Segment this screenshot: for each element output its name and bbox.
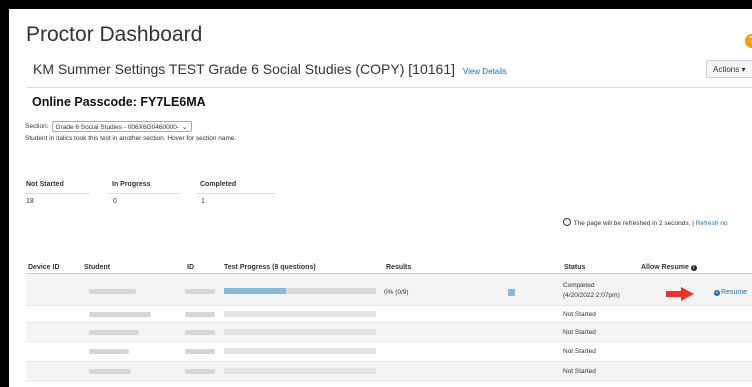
col-results[interactable]: Results [386, 264, 411, 271]
completed-label: Completed [200, 181, 237, 188]
status-text: Completed [563, 282, 595, 289]
test-progress-bar [224, 288, 376, 294]
not-started-label: Not Started [26, 181, 64, 188]
help-icon[interactable]: ? [745, 34, 752, 48]
section-select[interactable]: Grade 6 Social Studies - 006X6G0460000- … [51, 121, 192, 132]
row-divider [26, 380, 752, 381]
chevron-down-icon: ⌄ [181, 124, 188, 131]
red-arrow-annotation-icon [666, 287, 694, 301]
resume-button[interactable]: + Resume [714, 289, 747, 296]
info-icon[interactable]: i [690, 265, 697, 271]
section-label: Section: [25, 123, 49, 130]
plus-circle-icon: + [714, 290, 720, 296]
col-allow-resume[interactable]: Allow Resume i [641, 264, 697, 271]
student-name-redacted [89, 369, 131, 374]
section-note: Student in italics took this test in ano… [25, 135, 237, 142]
test-name: KM Summer Settings TEST Grade 6 Social S… [33, 61, 455, 77]
col-id[interactable]: ID [187, 264, 194, 271]
col-device-id[interactable]: Device ID [28, 264, 60, 271]
results-detail-icon[interactable] [508, 289, 515, 296]
header-divider [26, 87, 752, 88]
section-row: Section: Grade 6 Social Studies - 006X6G… [25, 121, 192, 132]
page-title: Proctor Dashboard [26, 23, 203, 46]
status-text: Not Started [563, 311, 596, 318]
student-name-redacted [89, 330, 139, 335]
table-row[interactable] [26, 362, 752, 379]
result-value: 0% (0/9) [384, 289, 409, 296]
section-selected-value: Grade 6 Social Studies - 006X6G0460000- [55, 124, 180, 131]
col-status[interactable]: Status [564, 264, 585, 271]
completed-count: 1 [201, 198, 205, 205]
student-id-redacted [185, 349, 215, 354]
allow-resume-label: Allow Resume [641, 264, 689, 271]
student-name-redacted [89, 312, 151, 317]
student-name-redacted [89, 349, 129, 354]
col-student[interactable]: Student [84, 264, 110, 271]
status-text: Not Started [563, 368, 596, 375]
test-progress-bar [224, 329, 376, 335]
progress-fill [224, 288, 287, 294]
student-name-redacted [89, 289, 136, 294]
count-divider [26, 193, 90, 194]
resume-label: Resume [721, 289, 748, 296]
clock-icon [563, 218, 571, 226]
student-id-redacted [185, 369, 215, 374]
refresh-now-link[interactable]: Refresh no [696, 220, 728, 227]
refresh-notice: The page will be refreshed in 2 seconds.… [563, 218, 728, 227]
status-text: Not Started [563, 329, 596, 336]
passcode-value: FY7LE6MA [140, 95, 206, 109]
actions-dropdown-button[interactable]: Actions ▾ [706, 60, 752, 78]
test-name-row: KM Summer Settings TEST Grade 6 Social S… [33, 61, 507, 77]
test-progress-bar [224, 348, 376, 354]
count-divider [108, 193, 180, 194]
online-passcode: Online Passcode: FY7LE6MA [32, 95, 206, 109]
test-progress-bar [224, 311, 376, 317]
student-id-redacted [185, 312, 215, 317]
count-divider [197, 193, 275, 194]
in-progress-label: In Progress [112, 181, 151, 188]
table-row[interactable] [26, 342, 752, 360]
view-details-link[interactable]: View Details [463, 67, 507, 76]
not-started-count: 18 [26, 198, 34, 205]
passcode-label: Online Passcode: [32, 95, 137, 109]
test-progress-bar [224, 368, 376, 374]
status-text: Not Started [563, 348, 596, 355]
col-test-progress[interactable]: Test Progress (8 questions) [224, 264, 316, 271]
refresh-text: The page will be refreshed in 2 seconds.… [573, 220, 694, 227]
student-id-redacted [185, 330, 215, 335]
status-timestamp: (4/20/2022 2:07pm) [563, 292, 620, 299]
student-id-redacted [185, 289, 215, 294]
in-progress-count: 0 [113, 198, 117, 205]
proctor-dashboard-page: Proctor Dashboard ? KM Summer Settings T… [9, 9, 752, 387]
